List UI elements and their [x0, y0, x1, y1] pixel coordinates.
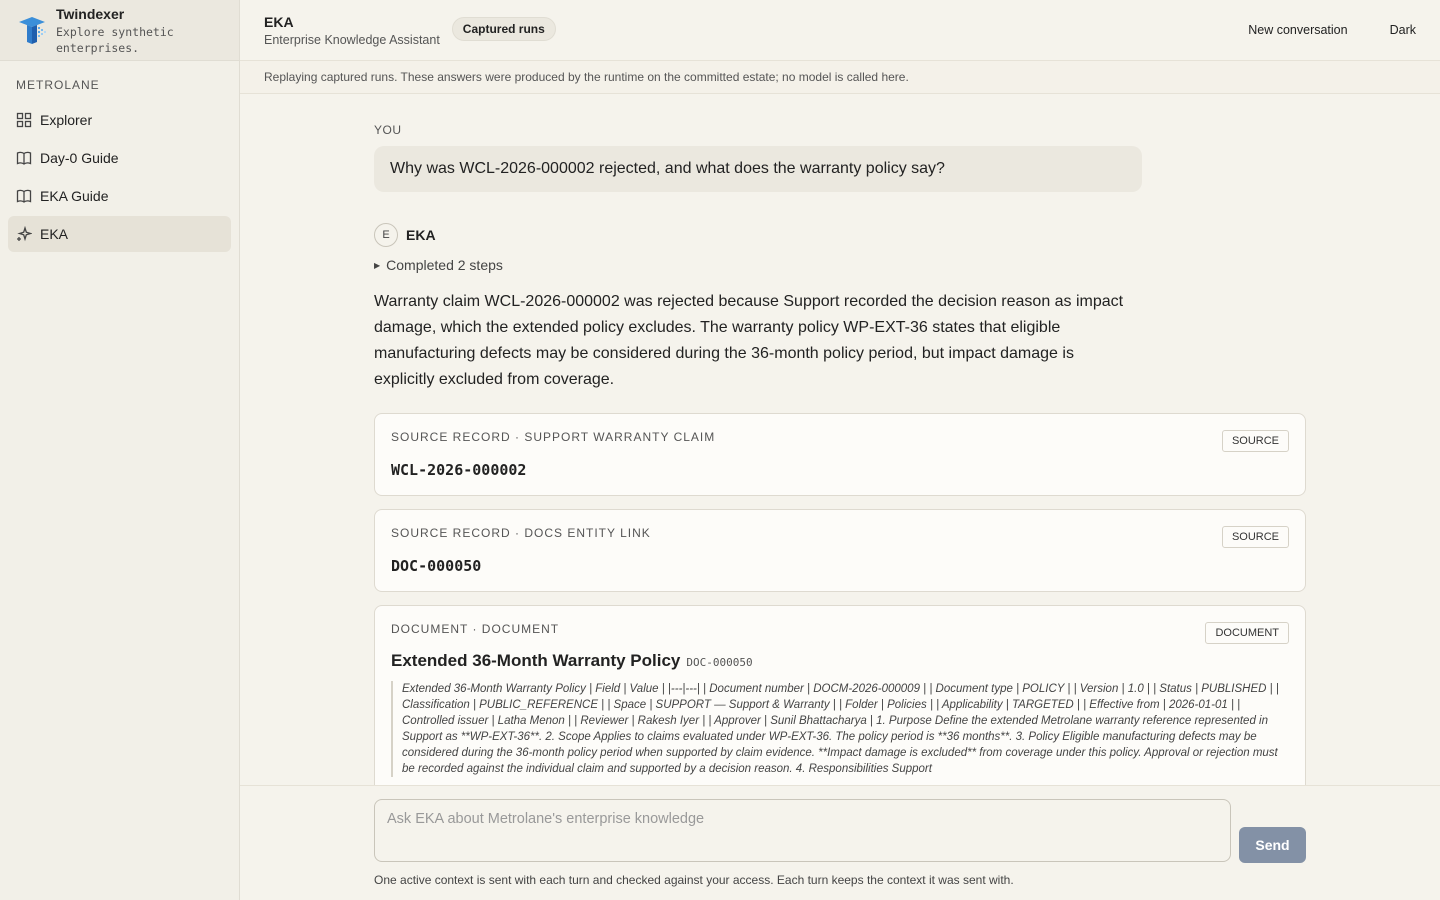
sidebar-item-eka[interactable]: EKA: [8, 216, 231, 252]
composer-hint: One active context is sent with each tur…: [374, 873, 1014, 887]
page-title: EKA: [264, 14, 294, 30]
brand-name: Twindexer: [56, 6, 125, 22]
triangle-right-icon: ▶: [374, 261, 381, 270]
document-excerpt: Extended 36-Month Warranty Policy | Fiel…: [391, 681, 1289, 777]
page-subtitle: Enterprise Knowledge Assistant: [264, 33, 440, 47]
document-card[interactable]: DOCUMENT · DOCUMENT DOCUMENT Extended 36…: [374, 605, 1306, 785]
source-card-label: SOURCE RECORD · SUPPORT WARRANTY CLAIM: [391, 430, 716, 444]
sidebar-item-label: EKA: [40, 226, 69, 242]
steps-toggle[interactable]: ▶ Completed 2 steps: [374, 257, 1306, 273]
sidebar-item-eka-guide[interactable]: EKA Guide: [8, 178, 231, 214]
sparkle-icon: [16, 226, 32, 242]
assistant-answer: Warranty claim WCL-2026-000002 was rejec…: [374, 293, 1124, 388]
replay-notice: Replaying captured runs. These answers w…: [240, 61, 1440, 94]
source-card-id: WCL-2026-000002: [391, 461, 527, 479]
new-conversation-button[interactable]: New conversation: [1248, 23, 1347, 37]
composer: Ask EKA about Metrolane's enterprise kno…: [240, 785, 1440, 900]
source-card[interactable]: SOURCE RECORD · DOCS ENTITY LINK DOC-000…: [374, 509, 1306, 592]
book-icon: [16, 150, 32, 166]
sidebar-item-label: Day-0 Guide: [40, 150, 119, 166]
sidebar-item-explorer[interactable]: Explorer: [8, 102, 231, 138]
assistant-name: EKA: [406, 227, 436, 243]
document-card-label: DOCUMENT · DOCUMENT: [391, 622, 560, 636]
twindexer-logo-icon: [19, 17, 46, 44]
avatar: E: [374, 223, 398, 247]
assistant-header: E EKA: [374, 223, 1306, 247]
sidebar: Twindexer Explore synthetic enterprises.…: [0, 0, 240, 900]
document-badge: DOCUMENT: [1205, 622, 1289, 644]
sidebar-item-label: EKA Guide: [40, 188, 109, 204]
source-badge: SOURCE: [1221, 526, 1289, 548]
sidebar-item-label: Explorer: [40, 112, 93, 128]
workspace-label: METROLANE: [16, 78, 100, 92]
book-icon: [16, 188, 32, 204]
sidebar-item-day-0-guide[interactable]: Day-0 Guide: [8, 140, 231, 176]
source-badge: SOURCE: [1221, 430, 1289, 452]
document-title: Extended 36-Month Warranty Policy: [391, 651, 681, 670]
brand-tagline: Explore synthetic enterprises.: [56, 25, 174, 55]
you-label: YOU: [374, 123, 402, 137]
send-button[interactable]: Send: [1239, 827, 1306, 863]
source-card-label: SOURCE RECORD · DOCS ENTITY LINK: [391, 526, 651, 540]
source-card-id: DOC-000050: [391, 557, 482, 575]
user-message: Why was WCL-2026-000002 rejected, and wh…: [374, 146, 1142, 192]
grid-icon: [16, 112, 32, 128]
brand[interactable]: Twindexer Explore synthetic enterprises.: [0, 0, 239, 61]
conversation[interactable]: YOU Why was WCL-2026-000002 rejected, an…: [374, 94, 1306, 785]
theme-toggle-button[interactable]: Dark: [1390, 23, 1416, 37]
steps-label: Completed 2 steps: [386, 257, 503, 273]
document-id: DOC-000050: [686, 656, 753, 669]
mode-badge: Captured runs: [451, 17, 556, 41]
top-bar: EKA Enterprise Knowledge Assistant Captu…: [240, 0, 1440, 61]
source-card[interactable]: SOURCE RECORD · SUPPORT WARRANTY CLAIM W…: [374, 413, 1306, 496]
message-input[interactable]: Ask EKA about Metrolane's enterprise kno…: [374, 799, 1231, 862]
